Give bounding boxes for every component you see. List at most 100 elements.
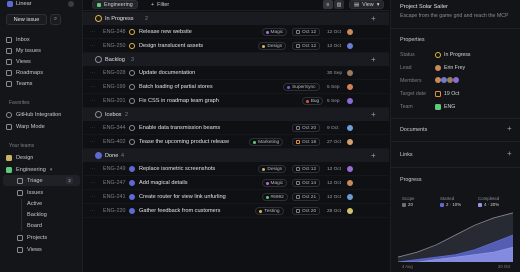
workspace-switcher[interactable]: Linear (7, 0, 32, 8)
add-issue-button[interactable]: + (371, 108, 376, 121)
status-icon[interactable] (129, 180, 135, 186)
sidebar-item-roadmaps[interactable]: Roadmaps (6, 68, 43, 78)
assignee-avatar[interactable] (347, 70, 353, 76)
sidebar-item-team-design[interactable]: Design (6, 153, 33, 163)
due-date-chip[interactable]: Oct 12 (292, 165, 321, 173)
assignee-avatar[interactable] (347, 166, 353, 172)
issue-row[interactable]: ··· ENG-249 Replace isometric screenshots O… (83, 162, 389, 176)
issue-row[interactable]: ··· ENG-250 Design translucent assets Oct 1… (83, 39, 389, 53)
due-date-chip[interactable]: Oct 18 (292, 138, 321, 146)
label-chip[interactable]: Testing (255, 207, 284, 215)
priority-icon[interactable]: ··· (90, 25, 96, 39)
priority-icon[interactable]: ··· (90, 80, 96, 94)
issue-row[interactable]: ··· ENG-247 Add magical details Oct 14 Magic… (83, 176, 389, 190)
group-header[interactable]: Backlog 3 + (83, 53, 389, 66)
due-date-chip[interactable]: Oct 12 (292, 28, 321, 36)
priority-icon[interactable]: ··· (90, 121, 96, 135)
group-header[interactable]: Icebox 2 + (83, 108, 389, 121)
issue-row[interactable]: ··· ENG-248 Release new website Oct 12 Magic… (83, 25, 389, 39)
sidebar-item-projects[interactable]: Projects (17, 233, 47, 243)
priority-icon[interactable]: ··· (90, 39, 96, 53)
label-chip[interactable]: Magic (261, 28, 288, 36)
status-icon[interactable] (129, 29, 135, 35)
board-view-toggle[interactable]: ▥ (334, 0, 344, 9)
add-document-button[interactable]: + (507, 124, 512, 133)
due-date-chip[interactable]: Oct 21 (292, 193, 321, 201)
label-chip[interactable]: Marketing (249, 138, 284, 146)
label-chip[interactable]: #6992 (261, 193, 288, 201)
status-icon[interactable] (129, 84, 135, 90)
status-icon[interactable] (129, 125, 135, 131)
sidebar-item-board[interactable]: Board (27, 221, 42, 231)
sidebar-item-issues[interactable]: Issues (17, 188, 43, 198)
due-date-chip[interactable]: Oct 14 (292, 179, 321, 187)
issue-row[interactable]: ··· ENG-344 Enable data transmission beams… (83, 121, 389, 135)
team-chip[interactable]: Engineering (92, 0, 138, 9)
prop-members[interactable] (435, 77, 459, 83)
priority-icon[interactable]: ··· (90, 162, 96, 176)
due-date-chip[interactable]: Oct 20 (292, 207, 321, 215)
issue-row[interactable]: ··· ENG-241 Create router for view link un… (83, 190, 389, 204)
sidebar-item-teams[interactable]: Teams (6, 79, 32, 89)
prop-lead[interactable]: Erin Frey (435, 65, 465, 71)
assignee-avatar[interactable] (347, 125, 353, 131)
priority-icon[interactable]: ··· (90, 66, 96, 80)
assignee-avatar[interactable] (347, 43, 353, 49)
sidebar-item-triage[interactable]: Triage (17, 176, 43, 186)
assignee-avatar[interactable] (347, 98, 353, 104)
issue-row[interactable]: ··· ENG-402 Tease the upcoming product rel… (83, 135, 389, 149)
due-date-chip[interactable]: Oct 12 (292, 42, 321, 50)
add-link-button[interactable]: + (507, 149, 512, 158)
filter-button[interactable]: + Filter (147, 0, 173, 9)
priority-icon[interactable]: ··· (90, 94, 96, 108)
status-icon[interactable] (129, 208, 135, 214)
sidebar-item-team-engineering[interactable]: Engineering ▾ (6, 165, 52, 175)
new-issue-button[interactable]: New issue (6, 14, 47, 25)
issue-row[interactable]: ··· ENG-199 Batch loading of partial store… (83, 80, 389, 94)
sidebar-item-inbox[interactable]: Inbox (6, 35, 30, 45)
issue-row[interactable]: ··· ENG-220 Gather feedback from customers… (83, 204, 389, 218)
label-chip[interactable]: Design (258, 165, 287, 173)
priority-icon[interactable]: ··· (90, 135, 96, 149)
add-issue-button[interactable]: + (371, 53, 376, 66)
add-issue-button[interactable]: + (371, 149, 376, 162)
label-chip[interactable]: Magic (261, 179, 288, 187)
sidebar-item-my-issues[interactable]: My issues (6, 46, 41, 56)
add-issue-button[interactable]: + (371, 12, 376, 25)
prop-status[interactable]: In Progress (435, 52, 471, 58)
label-chip[interactable]: SuperSync (283, 83, 320, 91)
status-icon[interactable] (129, 98, 135, 104)
view-options-button[interactable]: ▤ View ▾ (349, 0, 385, 9)
label-chip[interactable]: Bug (301, 97, 324, 105)
due-date-chip[interactable]: Oct 20 (292, 124, 321, 132)
issue-row[interactable]: ··· ENG-028 Update documentation 30 Sep (83, 66, 389, 80)
prop-team[interactable]: ENG (435, 104, 455, 110)
status-icon[interactable] (129, 70, 135, 76)
user-avatar[interactable] (68, 1, 74, 7)
status-icon[interactable] (129, 43, 135, 49)
assignee-avatar[interactable] (347, 84, 353, 90)
status-icon[interactable] (129, 166, 135, 172)
sidebar-item-views[interactable]: Views (6, 57, 31, 67)
priority-icon[interactable]: ··· (90, 176, 96, 190)
group-header[interactable]: In Progress 2 + (83, 12, 389, 25)
label-chip[interactable]: Design (258, 42, 287, 50)
status-icon[interactable] (129, 139, 135, 145)
sidebar-item-warp-mode[interactable]: Warp Mode (6, 122, 45, 132)
sidebar-item-github-integration[interactable]: GitHub Integration (6, 110, 61, 120)
assignee-avatar[interactable] (347, 194, 353, 200)
priority-icon[interactable]: ··· (90, 204, 96, 218)
issue-row[interactable]: ··· ENG-201 Fix CSS in roadmap team graph B… (83, 94, 389, 108)
status-icon[interactable] (129, 194, 135, 200)
search-button[interactable]: ⌕ (50, 14, 61, 25)
assignee-avatar[interactable] (347, 180, 353, 186)
prop-target-date[interactable]: 19 Oct (435, 91, 459, 97)
assignee-avatar[interactable] (347, 139, 353, 145)
priority-icon[interactable]: ··· (90, 190, 96, 204)
assignee-avatar[interactable] (347, 208, 353, 214)
sidebar-item-backlog[interactable]: Backlog (27, 210, 47, 220)
group-header[interactable]: Done 4 + (83, 149, 389, 162)
sidebar-item-active[interactable]: Active (27, 199, 42, 209)
sidebar-item-team-views[interactable]: Views (17, 245, 42, 255)
list-view-toggle[interactable]: ≡ (323, 0, 333, 9)
